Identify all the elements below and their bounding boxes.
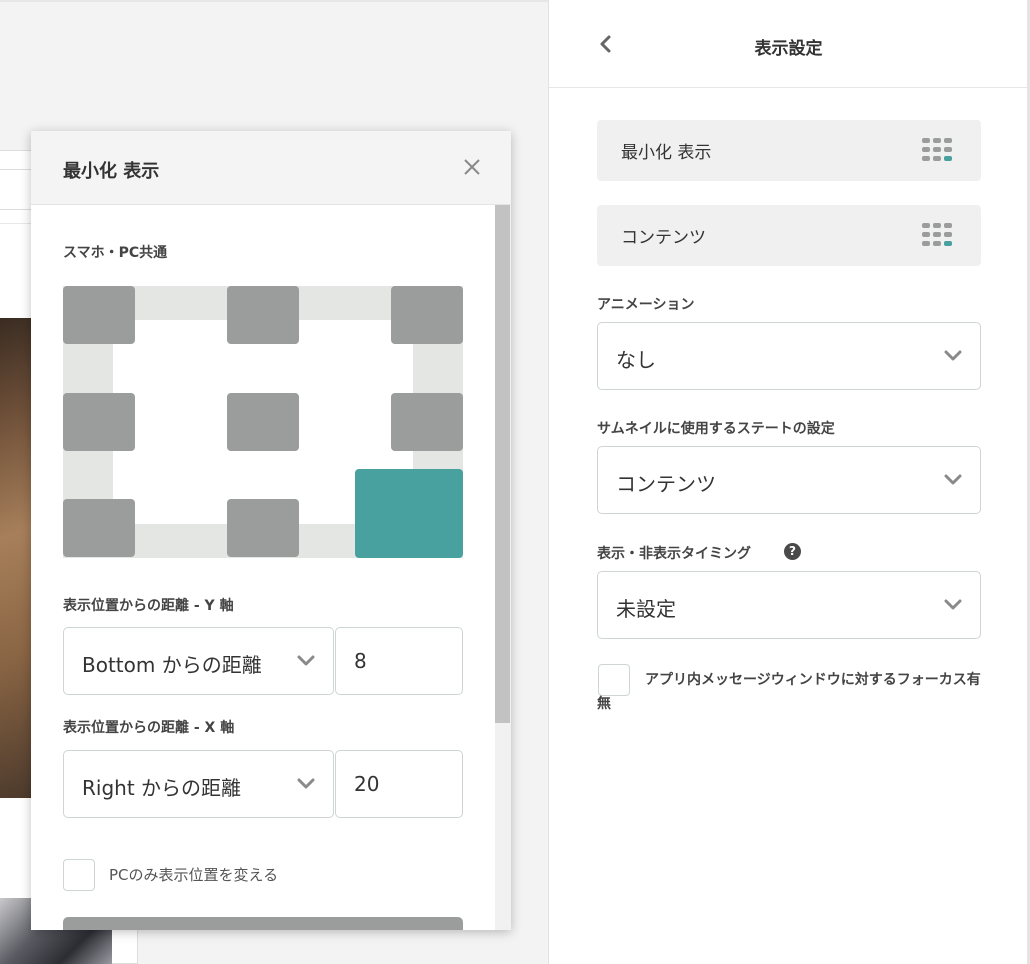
dialog-header: 最小化 表示 <box>31 131 511 205</box>
thumbnail-state-value: コンテンツ <box>616 472 716 496</box>
y-axis-reference-select[interactable]: Bottom からの距離 <box>63 627 334 695</box>
timing-value: 未設定 <box>616 597 676 621</box>
pc-only-position-checkbox[interactable] <box>63 859 95 891</box>
chevron-down-icon <box>944 350 962 361</box>
position-top-right[interactable] <box>391 286 463 344</box>
preview-photo <box>0 318 32 798</box>
animation-label: アニメーション <box>597 297 695 313</box>
x-axis-label: 表示位置からの距離 - X 軸 <box>63 720 235 736</box>
chevron-down-icon <box>297 655 315 666</box>
timing-select[interactable]: 未設定 <box>597 571 981 639</box>
thumbnail-state-label: サムネイルに使用するステートの設定 <box>597 421 835 437</box>
drag-handle-icon[interactable] <box>922 138 954 164</box>
layer-item-label: 最小化 表示 <box>621 143 712 163</box>
animation-select[interactable]: なし <box>597 322 981 390</box>
chevron-down-icon <box>944 474 962 485</box>
help-icon[interactable]: ? <box>784 543 801 560</box>
panel-header: 表示設定 <box>549 0 1028 88</box>
position-bottom-center[interactable] <box>227 499 299 557</box>
dialog-title: 最小化 表示 <box>63 161 160 182</box>
position-middle-center[interactable] <box>227 393 299 451</box>
thumbnail-state-select[interactable]: コンテンツ <box>597 446 981 514</box>
layer-item-content[interactable]: コンテンツ <box>597 205 981 266</box>
drag-handle-icon[interactable] <box>922 223 954 249</box>
layer-item-label: コンテンツ <box>621 228 706 248</box>
display-settings-panel: 表示設定 最小化 表示 コンテンツ アニメーション なし サムネイルに使用するス… <box>548 0 1030 964</box>
y-axis-reference-value: Bottom からの距離 <box>82 653 262 677</box>
x-axis-distance-input[interactable] <box>335 750 463 818</box>
y-axis-distance-input[interactable] <box>335 627 463 695</box>
close-icon[interactable] <box>461 156 483 178</box>
focus-checkbox-label: アプリ内メッセージウィンドウに対するフォーカス有無 <box>597 672 981 712</box>
panel-title: 表示設定 <box>754 39 823 59</box>
position-bottom-left[interactable] <box>63 499 135 557</box>
x-axis-reference-select[interactable]: Right からの距離 <box>63 750 334 818</box>
section-label: スマホ・PC共通 <box>63 245 168 261</box>
position-middle-right[interactable] <box>391 393 463 451</box>
position-middle-left[interactable] <box>63 393 135 451</box>
position-grid <box>63 286 463 558</box>
minimized-display-dialog: 最小化 表示 スマホ・PC共通 表示位置からの距離 - Y 軸 Bottom か… <box>31 131 511 930</box>
position-top-left[interactable] <box>63 286 135 344</box>
x-axis-reference-value: Right からの距離 <box>82 776 242 800</box>
scrollbar-thumb[interactable] <box>495 205 510 723</box>
dialog-action-button[interactable] <box>63 917 463 930</box>
animation-value: なし <box>616 348 656 372</box>
chevron-down-icon <box>944 599 962 610</box>
timing-label: 表示・非表示タイミング <box>597 546 751 562</box>
pc-only-position-label: PCのみ表示位置を変える <box>109 866 279 884</box>
position-top-center[interactable] <box>227 286 299 344</box>
chevron-down-icon <box>297 778 315 789</box>
canvas-top-border <box>0 0 548 2</box>
position-bottom-right[interactable] <box>355 469 463 558</box>
layer-item-minimized[interactable]: 最小化 表示 <box>597 120 981 181</box>
y-axis-label: 表示位置からの距離 - Y 軸 <box>63 598 234 614</box>
